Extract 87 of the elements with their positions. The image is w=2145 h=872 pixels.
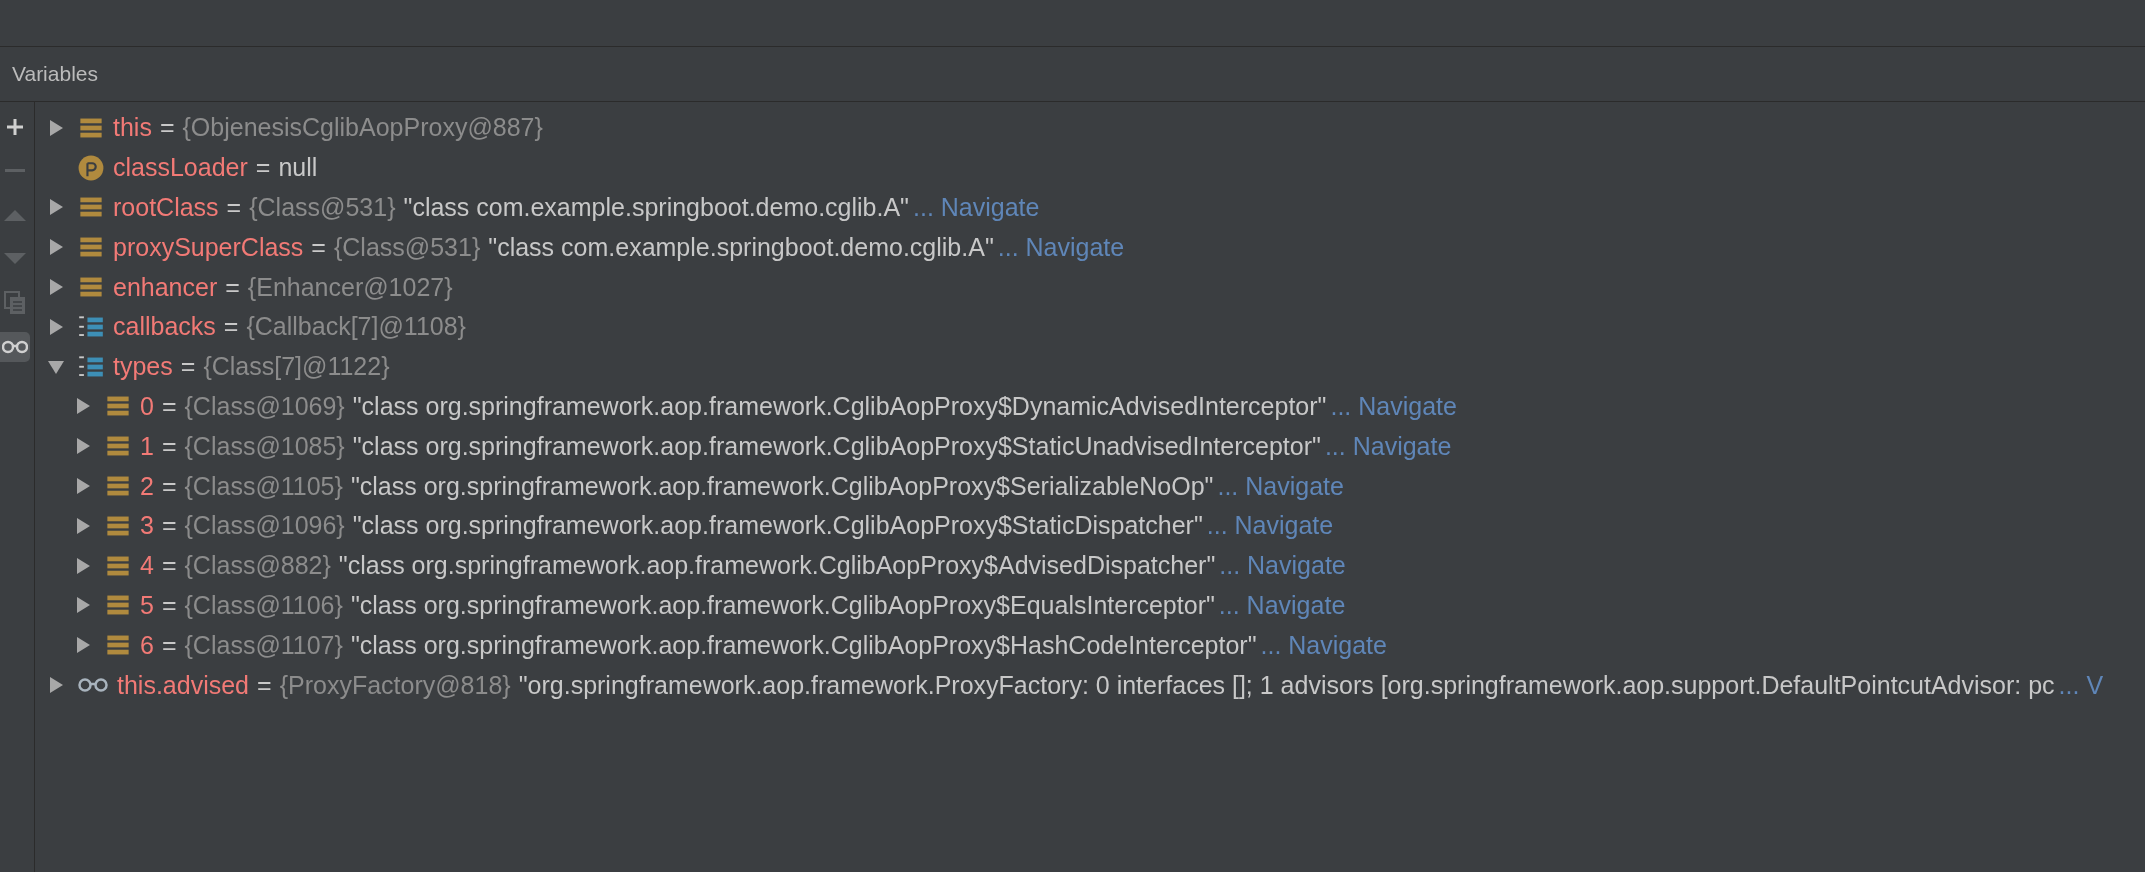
equals-sign: = bbox=[159, 113, 175, 143]
equals-sign: = bbox=[161, 590, 177, 620]
collapsed-arrow-icon[interactable] bbox=[74, 516, 92, 535]
variable-name: 4 bbox=[140, 551, 154, 581]
variable-type: {Class@882} bbox=[184, 551, 331, 581]
variable-type: {Enhancer@1027} bbox=[247, 272, 453, 302]
variable-name: classLoader bbox=[113, 153, 248, 183]
copy-icon bbox=[4, 291, 26, 315]
equals-sign: = bbox=[161, 391, 177, 421]
variable-name: rootClass bbox=[113, 193, 219, 222]
navigate-link[interactable]: ... Navigate bbox=[913, 193, 1040, 222]
equals-sign: = bbox=[161, 471, 177, 501]
equals-sign: = bbox=[161, 431, 177, 461]
variable-type: {ObjenesisCglibAopProxy@887} bbox=[182, 113, 543, 143]
variable-type: {Class[7]@1122} bbox=[203, 352, 390, 382]
variable-value: "class org.springframework.aop.framework.CglibAopProxy$StaticUnadvisedInterceptor" bbox=[352, 431, 1321, 461]
variable-name: 2 bbox=[140, 471, 154, 501]
variable-name: proxySuperClass bbox=[113, 232, 304, 262]
collapsed-arrow-icon[interactable] bbox=[47, 676, 65, 695]
move-up-icon bbox=[4, 209, 26, 221]
navigate-link[interactable]: ... Navigate bbox=[1217, 471, 1344, 501]
equals-sign: = bbox=[161, 511, 177, 541]
variable-name: types bbox=[113, 352, 173, 382]
navigate-link[interactable]: ... Navigate bbox=[1218, 590, 1346, 620]
variable-type: {ProxyFactory@818} bbox=[279, 670, 511, 700]
collapsed-arrow-icon[interactable] bbox=[74, 437, 92, 456]
collapsed-arrow-icon[interactable] bbox=[47, 278, 65, 297]
collapsed-arrow-icon[interactable] bbox=[47, 317, 65, 336]
variable-name: 5 bbox=[140, 590, 154, 620]
collapsed-arrow-icon[interactable] bbox=[74, 477, 92, 496]
navigate-link[interactable]: ... Navigate bbox=[997, 232, 1125, 262]
variable-name: this bbox=[113, 113, 152, 143]
collapsed-arrow-icon[interactable] bbox=[47, 198, 65, 217]
variable-value: "class org.springframework.aop.framework.CglibAopProxy$EqualsInterceptor" bbox=[350, 590, 1215, 620]
equals-sign: = bbox=[257, 670, 272, 700]
variable-value: "org.springframework.aop.framework.ProxyFactory: 0 interfaces []; 1 advisors [org.springframework.aop.support.DefaultPointcutAdvisor: pc bbox=[518, 670, 2055, 700]
variable-value: "class org.springframework.aop.framework.CglibAopProxy$DynamicAdvisedInterceptor" bbox=[352, 391, 1327, 421]
equals-sign: = bbox=[226, 193, 242, 222]
variable-type: {Class@1096} bbox=[184, 511, 345, 541]
variable-type: {Class@1105} bbox=[184, 471, 343, 501]
variable-value: null bbox=[278, 153, 318, 183]
navigate-link[interactable]: ... Navigate bbox=[1206, 511, 1334, 541]
variable-name: 3 bbox=[140, 511, 154, 541]
equals-sign: = bbox=[161, 630, 177, 660]
equals-sign: = bbox=[223, 312, 239, 342]
variable-type: {Class@1085} bbox=[184, 431, 345, 461]
variable-name: 6 bbox=[140, 630, 154, 660]
variable-type: {Class@1107} bbox=[184, 630, 343, 660]
panel-title: Variables bbox=[12, 62, 98, 86]
variable-value: "class org.springframework.aop.framework.CglibAopProxy$SerializableNoOp" bbox=[350, 471, 1214, 501]
glasses-icon bbox=[2, 340, 28, 354]
remove-icon bbox=[5, 169, 25, 173]
variable-value: "class org.springframework.aop.framework.CglibAopProxy$AdvisedDispatcher" bbox=[338, 551, 1216, 581]
variable-name: 0 bbox=[140, 391, 154, 421]
move-down-icon bbox=[4, 253, 26, 265]
collapsed-arrow-icon[interactable] bbox=[47, 238, 65, 257]
navigate-link[interactable]: ... Navigate bbox=[1219, 551, 1346, 581]
variable-value: "class com.example.springboot.demo.cglib.A" bbox=[488, 232, 994, 262]
collapsed-arrow-icon[interactable] bbox=[74, 556, 92, 575]
navigate-link[interactable]: ... Navigate bbox=[1260, 630, 1387, 660]
variable-type: {Class@1106} bbox=[184, 590, 343, 620]
collapsed-arrow-icon[interactable] bbox=[47, 118, 65, 137]
variable-type: {Class@531} bbox=[249, 193, 396, 222]
equals-sign: = bbox=[161, 551, 177, 581]
variable-type: {Class@531} bbox=[333, 232, 481, 262]
collapsed-arrow-icon[interactable] bbox=[74, 397, 92, 416]
toolbar-button[interactable] bbox=[0, 332, 30, 362]
equals-sign: = bbox=[255, 153, 271, 183]
equals-sign: = bbox=[180, 352, 196, 382]
equals-sign: = bbox=[311, 232, 326, 262]
variable-name: callbacks bbox=[113, 312, 216, 342]
variable-name: enhancer bbox=[113, 272, 218, 302]
variable-name: this.advised bbox=[117, 670, 250, 700]
variable-value: "class com.example.springboot.demo.cglib.A" bbox=[403, 193, 909, 222]
variable-value: "class org.springframework.aop.framework.CglibAopProxy$HashCodeInterceptor" bbox=[350, 630, 1257, 660]
primitive-icon bbox=[78, 154, 104, 181]
add-icon bbox=[5, 117, 25, 137]
navigate-link[interactable]: ... Navigate bbox=[1324, 431, 1452, 461]
variable-type: {Class@1069} bbox=[184, 391, 345, 421]
variable-name: 1 bbox=[140, 431, 154, 461]
collapsed-arrow-icon[interactable] bbox=[74, 596, 92, 615]
navigate-link[interactable]: ... V bbox=[2058, 670, 2104, 700]
equals-sign: = bbox=[225, 272, 240, 302]
variable-value: "class org.springframework.aop.framework.CglibAopProxy$StaticDispatcher" bbox=[352, 511, 1203, 541]
variable-type: {Callback[7]@1108} bbox=[246, 312, 466, 342]
navigate-link[interactable]: ... Navigate bbox=[1330, 391, 1457, 421]
collapsed-arrow-icon[interactable] bbox=[74, 636, 92, 655]
